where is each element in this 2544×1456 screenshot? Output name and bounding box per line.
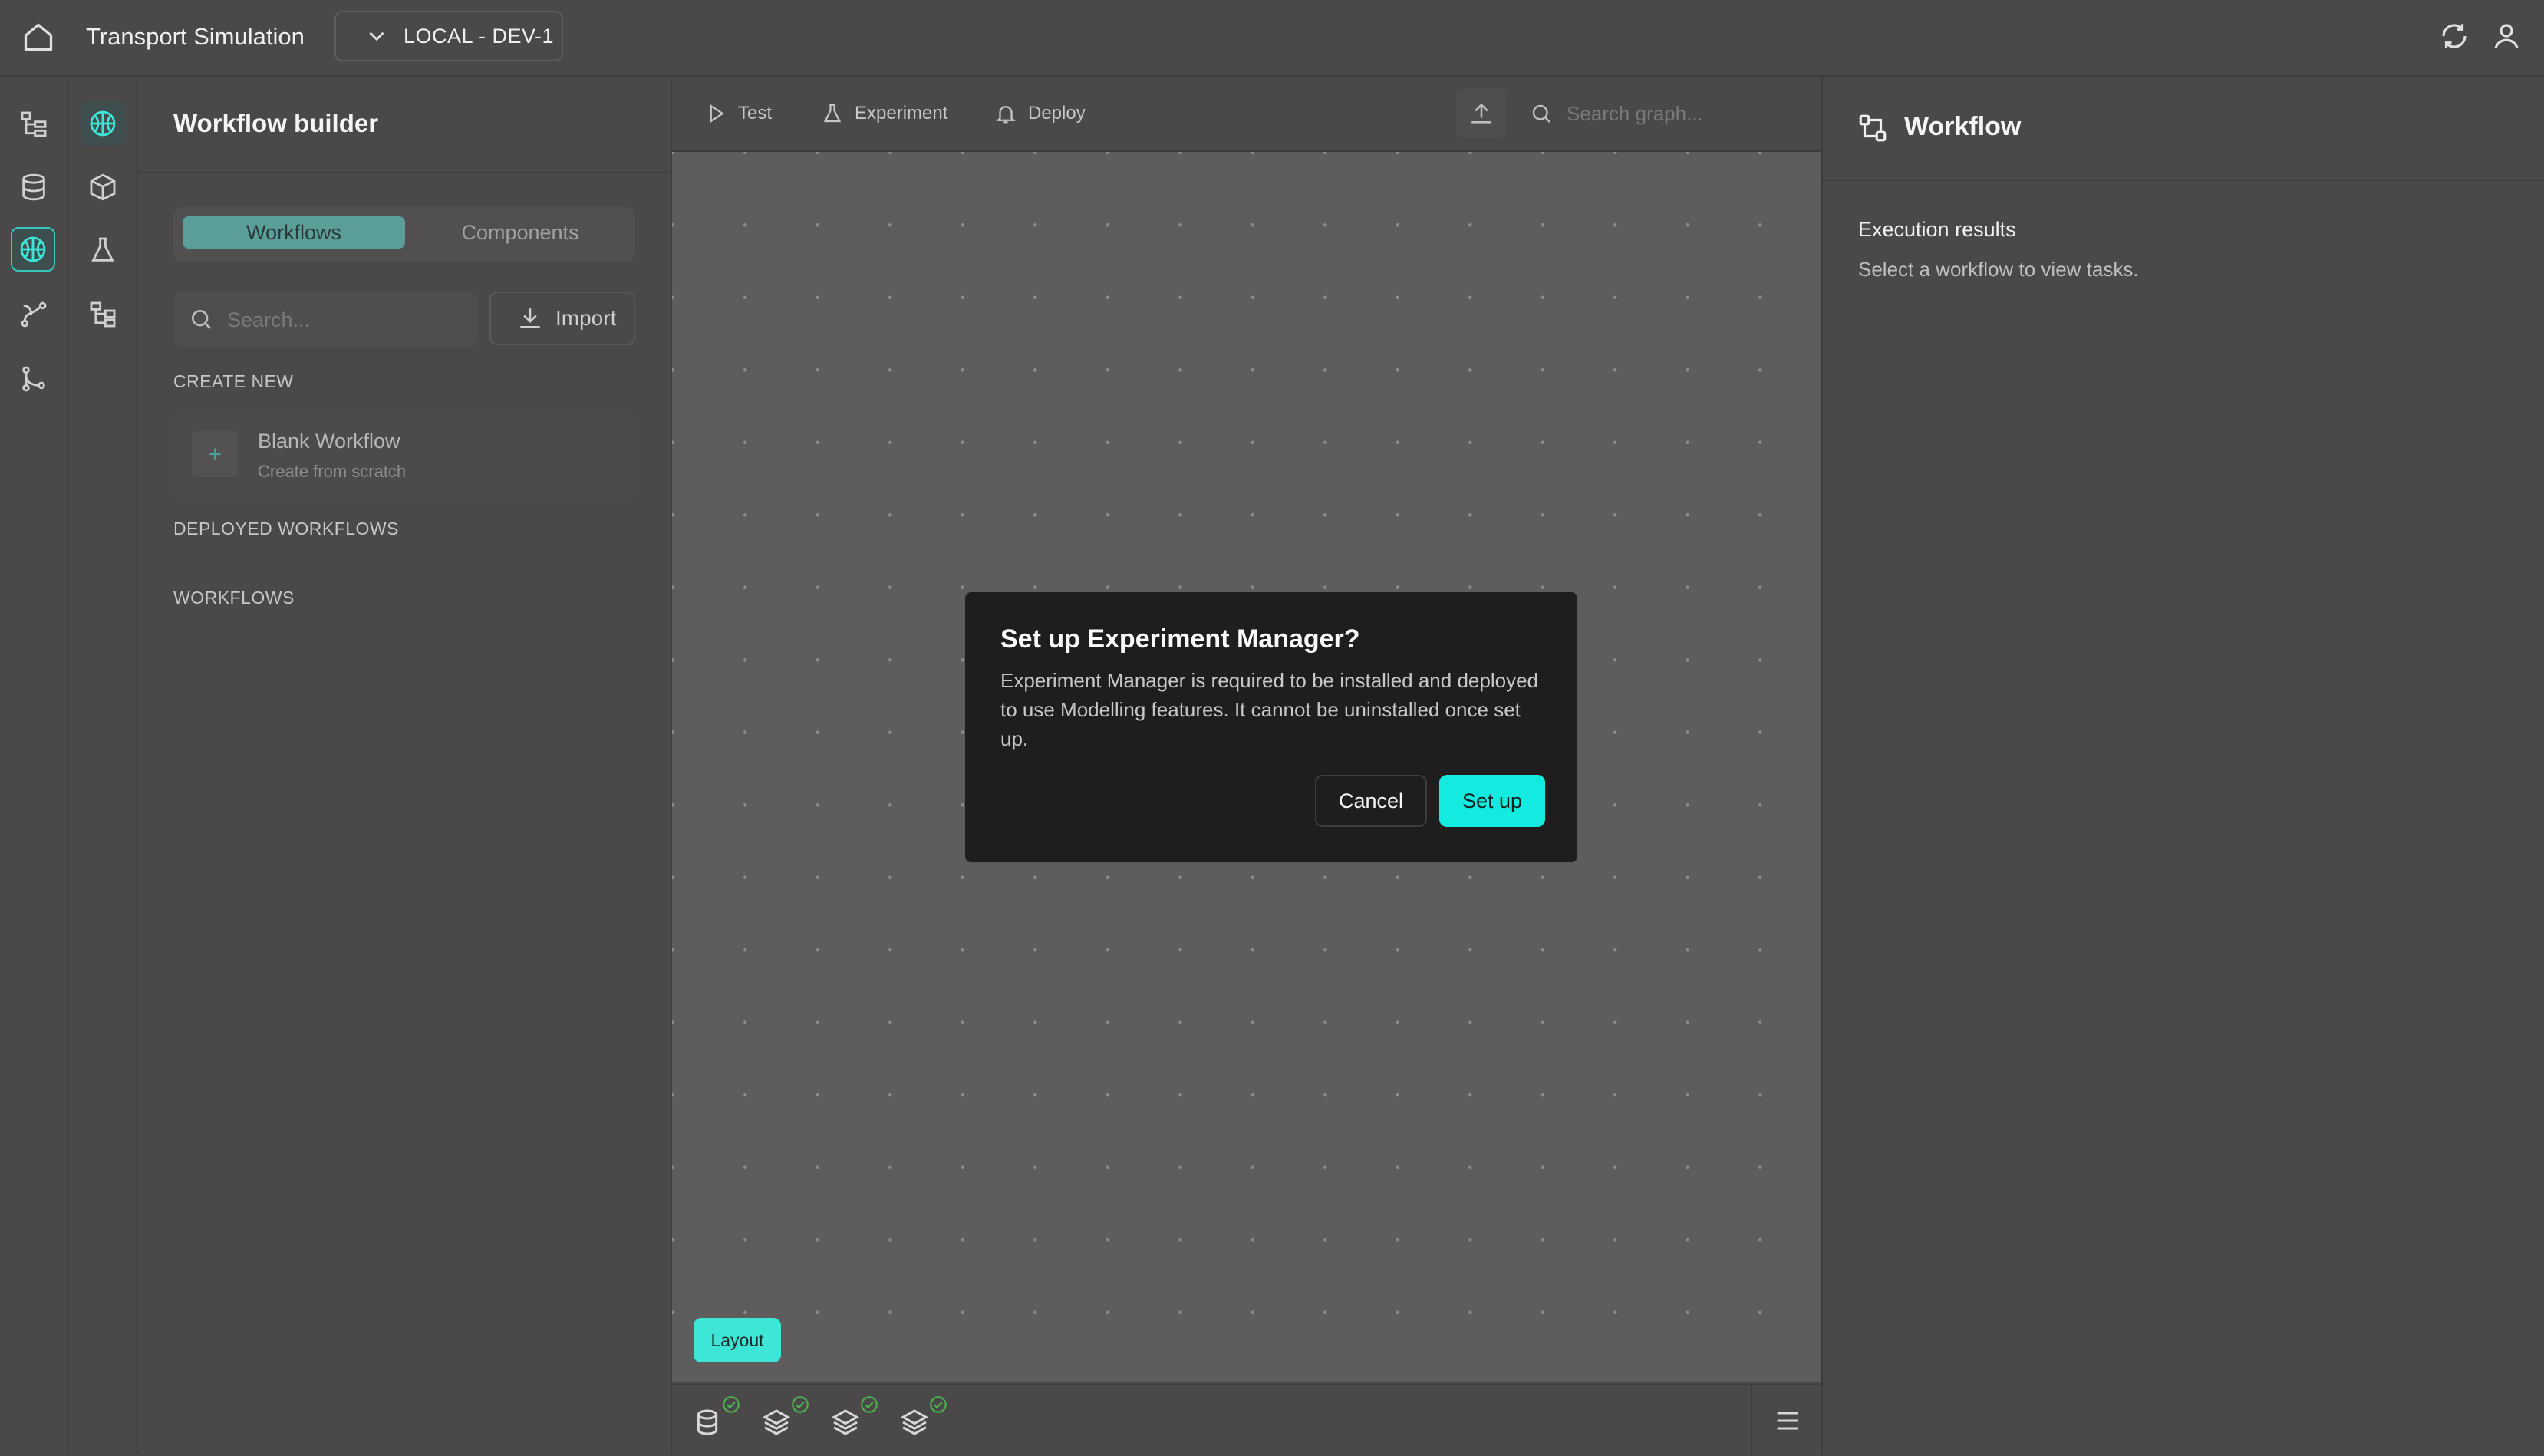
hamburger-menu-icon	[1777, 1412, 1798, 1430]
sidebar-title: Workflow builder	[173, 109, 379, 137]
check-circle-icon	[861, 1396, 878, 1413]
chevron-down-icon	[369, 31, 384, 41]
bell-icon	[996, 106, 1016, 124]
tab-components[interactable]: Components	[413, 216, 628, 249]
layout-button[interactable]: Layout	[694, 1318, 781, 1362]
create-new-heading: CREATE NEW	[173, 371, 294, 391]
layers-icon[interactable]	[761, 1407, 792, 1438]
check-circle-icon	[792, 1396, 809, 1413]
environment-value: LOCAL - DEV-1	[404, 24, 555, 48]
set-up-button[interactable]: Set up	[1439, 775, 1545, 827]
database-icon[interactable]	[18, 172, 49, 203]
blank-workflow-subtitle: Create from scratch	[258, 462, 407, 481]
tree-structure-icon[interactable]	[87, 299, 118, 330]
check-circle-icon	[930, 1396, 947, 1413]
search-icon	[1532, 104, 1551, 124]
deploy-label: Deploy	[1028, 103, 1086, 124]
workflows-heading: WORKFLOWS	[173, 588, 295, 608]
deploy-button[interactable]: Deploy	[994, 100, 1086, 127]
test-button[interactable]: Test	[704, 100, 772, 127]
execution-results-heading: Execution results	[1858, 218, 2016, 241]
sidebar-tabs: Workflows Components	[173, 207, 635, 262]
flask-icon	[823, 104, 842, 123]
execution-results-empty-text: Select a workflow to view tasks.	[1858, 258, 2139, 281]
download-icon	[520, 308, 540, 328]
workflow-details-panel: Workflow Execution results Select a work…	[1821, 77, 2544, 1454]
search-icon	[192, 310, 211, 329]
branch-flow-icon[interactable]	[18, 299, 49, 330]
layers-icon[interactable]	[830, 1407, 861, 1438]
upload-button[interactable]	[1456, 89, 1507, 138]
home-icon[interactable]	[21, 20, 55, 54]
refresh-icon[interactable]	[2438, 20, 2470, 52]
environment-select[interactable]: LOCAL - DEV-1	[334, 11, 563, 61]
dialog-title: Set up Experiment Manager?	[1000, 624, 1360, 654]
flask-icon[interactable]	[87, 235, 118, 265]
brain-icon[interactable]	[18, 234, 48, 265]
workflow-search-input[interactable]: Search...	[173, 292, 477, 347]
upload-icon	[1471, 103, 1491, 124]
workflow-icon	[1859, 114, 1887, 142]
import-label: Import	[555, 306, 617, 330]
canvas-status-bar	[672, 1384, 1821, 1456]
brain-icon[interactable]	[87, 108, 118, 139]
primary-nav-rail	[0, 77, 69, 1454]
canvas-toolbar: Test Experiment Deploy Search graph...	[672, 77, 1821, 152]
top-bar: Transport Simulation LOCAL - DEV-1	[0, 0, 2544, 77]
play-icon	[710, 104, 724, 124]
check-circle-icon	[723, 1396, 740, 1413]
dialog-body: Experiment Manager is required to be ins…	[1000, 669, 1538, 750]
cube-icon[interactable]	[87, 172, 118, 203]
secondary-nav-rail	[69, 77, 138, 1454]
deployed-workflows-heading: DEPLOYED WORKFLOWS	[173, 519, 399, 539]
details-panel-header: Workflow	[1823, 77, 2544, 181]
cancel-button[interactable]: Cancel	[1315, 775, 1427, 827]
blank-workflow-card[interactable]: Blank Workflow Create from scratch	[173, 411, 634, 500]
sidebar-header: Workflow builder	[138, 77, 671, 173]
plus-icon	[192, 431, 238, 477]
layers-icon[interactable]	[899, 1407, 930, 1438]
experiment-label: Experiment	[855, 103, 948, 124]
search-placeholder: Search...	[227, 308, 311, 331]
experiment-button[interactable]: Experiment	[821, 100, 947, 127]
app-title: Transport Simulation	[86, 23, 305, 50]
test-label: Test	[738, 103, 773, 124]
hierarchy-icon[interactable]	[18, 109, 49, 140]
tab-workflows[interactable]: Workflows	[183, 216, 405, 249]
workflow-sidebar: Workflow builder Workflows Components Se…	[138, 77, 672, 1454]
database-icon[interactable]	[692, 1407, 723, 1438]
graph-search-placeholder: Search graph...	[1567, 101, 1703, 125]
experiment-manager-dialog: Set up Experiment Manager? Experiment Ma…	[964, 591, 1579, 864]
details-panel-title: Workflow	[1904, 112, 2022, 141]
blank-workflow-title: Blank Workflow	[258, 430, 400, 453]
graph-search-input[interactable]: Search graph...	[1530, 98, 1703, 129]
import-button[interactable]: Import	[489, 292, 635, 345]
menu-button[interactable]	[1751, 1385, 1823, 1456]
git-branch-icon[interactable]	[18, 364, 49, 394]
user-icon[interactable]	[2490, 20, 2523, 52]
